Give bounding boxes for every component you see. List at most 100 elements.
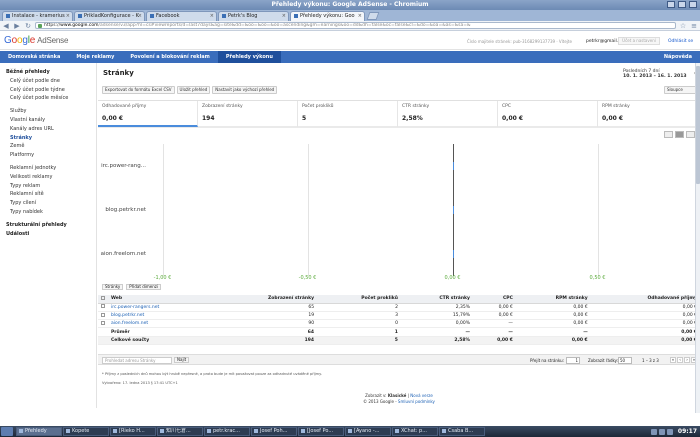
sidebar-item[interactable]: Reklamní jednotky bbox=[0, 164, 96, 173]
col-clicks[interactable]: Počet prokliků bbox=[317, 295, 401, 304]
browser-tab-active[interactable]: Přehledy výkonu: Goo × bbox=[290, 11, 365, 21]
browser-tab[interactable]: PrikladKonfigurace - K × bbox=[74, 11, 145, 21]
taskbar-item[interactable]: [Rieko H... bbox=[110, 427, 156, 436]
rows-per-page-select[interactable]: 50 bbox=[618, 357, 632, 364]
nav-home[interactable]: Domovská stránka bbox=[0, 51, 68, 63]
volume-icon[interactable] bbox=[658, 428, 665, 435]
classic-view-link[interactable]: Klasické bbox=[388, 393, 407, 398]
tab-close-icon[interactable]: × bbox=[282, 12, 286, 21]
col-cpc[interactable]: CPC bbox=[472, 295, 516, 304]
site-link[interactable]: aion.freelom.net bbox=[108, 319, 215, 329]
col-web[interactable]: Web bbox=[108, 295, 215, 304]
taskbar-item[interactable]: [Josef Po... bbox=[298, 427, 344, 436]
sidebar-item[interactable]: Velikosti reklamy bbox=[0, 173, 96, 182]
nav-performance-reports[interactable]: Přehledy výkonu bbox=[217, 51, 281, 63]
row-checkbox[interactable] bbox=[98, 319, 108, 329]
minimize-button[interactable] bbox=[667, 1, 675, 8]
sidebar-item[interactable]: Typy cílení bbox=[0, 199, 96, 208]
chart-bar[interactable] bbox=[452, 206, 454, 214]
find-button[interactable]: Najít bbox=[174, 357, 190, 363]
start-menu-icon[interactable] bbox=[1, 427, 13, 436]
tab-close-icon[interactable]: × bbox=[210, 12, 214, 21]
sidebar-item[interactable]: Reklamní sítě bbox=[0, 190, 96, 199]
line-chart-icon[interactable] bbox=[664, 131, 673, 138]
table-view-icon[interactable] bbox=[686, 131, 695, 138]
terms-link[interactable]: Smluvní podmínky bbox=[398, 399, 435, 404]
tab-close-icon[interactable]: × bbox=[66, 12, 70, 21]
metric-tile[interactable]: Odhadované příjmy 0,00 € bbox=[98, 101, 198, 127]
metric-tile[interactable]: CPC 0,00 € bbox=[498, 101, 598, 127]
taskbar-item[interactable]: [Ayano -... bbox=[345, 427, 391, 436]
bar-chart-icon[interactable] bbox=[675, 131, 684, 138]
sidebar-item[interactable]: Typy nabídek bbox=[0, 208, 96, 217]
col-ctr[interactable]: CTR stránky bbox=[400, 295, 473, 304]
site-link[interactable]: irc.power-rangers.net bbox=[108, 303, 215, 312]
maximize-button[interactable] bbox=[678, 1, 686, 8]
row-checkbox[interactable] bbox=[98, 303, 108, 312]
dimension-select[interactable]: Stránky bbox=[102, 284, 124, 290]
adsense-logo[interactable]: Google AdSense bbox=[4, 35, 68, 46]
chart-bar[interactable] bbox=[452, 250, 454, 258]
taskbar-item[interactable]: petr.krac... bbox=[204, 427, 250, 436]
sidebar-item-active[interactable]: Stránky bbox=[0, 134, 96, 143]
sidebar-item[interactable]: Kanály adres URL bbox=[0, 125, 96, 134]
taskbar-item[interactable]: Přehledy bbox=[16, 427, 62, 436]
chart-bar[interactable] bbox=[452, 162, 454, 170]
nav-allow-block[interactable]: Povolení a blokování reklam bbox=[122, 51, 218, 63]
browser-tab[interactable]: Instalace - kramerius × bbox=[2, 11, 73, 21]
new-version-link[interactable]: Nová verze bbox=[410, 393, 433, 398]
browser-tab[interactable]: Petrk's Blog × bbox=[218, 11, 289, 21]
col-rpm[interactable]: RPM stránky bbox=[515, 295, 591, 304]
nav-help[interactable]: Nápověda bbox=[656, 51, 700, 63]
page-scrollbar[interactable] bbox=[695, 63, 700, 413]
save-report-button[interactable]: Uložit přehled bbox=[176, 86, 211, 94]
battery-icon[interactable] bbox=[666, 428, 673, 435]
metric-tile[interactable]: CTR stránky 2,58% bbox=[398, 101, 498, 127]
table-search-input[interactable]: Prohledat adresu Stránky bbox=[102, 357, 172, 364]
tab-close-icon[interactable]: × bbox=[138, 12, 142, 21]
tab-close-icon[interactable]: × bbox=[358, 12, 362, 21]
sidebar-item[interactable]: Typy reklam bbox=[0, 182, 96, 191]
star-icon[interactable]: ☆ bbox=[679, 22, 687, 30]
signout-link[interactable]: Odhlásit se bbox=[668, 39, 693, 44]
network-icon[interactable] bbox=[650, 428, 657, 435]
sidebar-item[interactable]: Vlastní kanály bbox=[0, 116, 96, 125]
back-icon[interactable]: ◀ bbox=[2, 22, 10, 30]
date-range-picker[interactable]: Posledních 7 dní 10. 1. 2013 – 16. 1. 20… bbox=[623, 69, 697, 79]
sidebar-item[interactable]: Služby bbox=[0, 107, 96, 116]
taskbar-item[interactable]: XChat: p... bbox=[392, 427, 438, 436]
row-checkbox[interactable] bbox=[98, 311, 108, 321]
sidebar-heading[interactable]: Běžné přehledy bbox=[0, 68, 96, 77]
goto-page-input[interactable]: 1 bbox=[566, 357, 580, 364]
url-input[interactable]: https://www.google.com/adsense/v3/app?hl… bbox=[35, 22, 676, 29]
next-page-icon[interactable]: › bbox=[684, 357, 690, 363]
sidebar-item[interactable]: Země bbox=[0, 142, 96, 151]
metric-tile[interactable]: Zobrazení stránky 194 bbox=[198, 101, 298, 127]
sidebar-heading[interactable]: Události bbox=[0, 230, 96, 239]
add-dimension-button[interactable]: Přidat dimenzi bbox=[126, 284, 161, 290]
metric-tile[interactable]: Počet prokliků 5 bbox=[298, 101, 398, 127]
close-button[interactable] bbox=[689, 1, 697, 8]
account-settings-button[interactable]: Účet a nastavení bbox=[618, 37, 660, 45]
sidebar-item[interactable]: Platformy bbox=[0, 151, 96, 160]
taskbar-item[interactable]: Josef Poh... bbox=[251, 427, 297, 436]
browser-tab[interactable]: Facebook × bbox=[146, 11, 217, 21]
new-tab-button[interactable] bbox=[366, 12, 380, 20]
scrollbar-thumb[interactable] bbox=[696, 66, 700, 184]
nav-my-ads[interactable]: Moje reklamy bbox=[68, 51, 122, 63]
first-page-icon[interactable]: « bbox=[670, 357, 676, 363]
export-csv-button[interactable]: Exportovat do formátu Excel CSV bbox=[102, 86, 175, 94]
prev-page-icon[interactable]: ‹ bbox=[677, 357, 683, 363]
sidebar-item[interactable]: Celý účet podle týdne bbox=[0, 86, 96, 95]
columns-button[interactable]: Sloupce bbox=[664, 86, 696, 94]
col-earnings[interactable]: Odhadované příjmy bbox=[590, 295, 700, 304]
select-all-checkbox[interactable] bbox=[98, 295, 108, 304]
forward-icon[interactable]: ▶ bbox=[13, 22, 21, 30]
set-default-button[interactable]: Nastavit jako výchozí přehled bbox=[212, 86, 278, 94]
metric-tile[interactable]: RPM stránky 0,00 € bbox=[598, 101, 698, 127]
sidebar-item[interactable]: Celý účet podle měsíce bbox=[0, 94, 96, 103]
reload-icon[interactable]: ↻ bbox=[24, 22, 32, 30]
taskbar-item[interactable]: Kopete bbox=[63, 427, 109, 436]
sidebar-item[interactable]: Celý účet podle dne bbox=[0, 77, 96, 86]
taskbar-item[interactable]: 知川七倉... bbox=[157, 427, 203, 436]
